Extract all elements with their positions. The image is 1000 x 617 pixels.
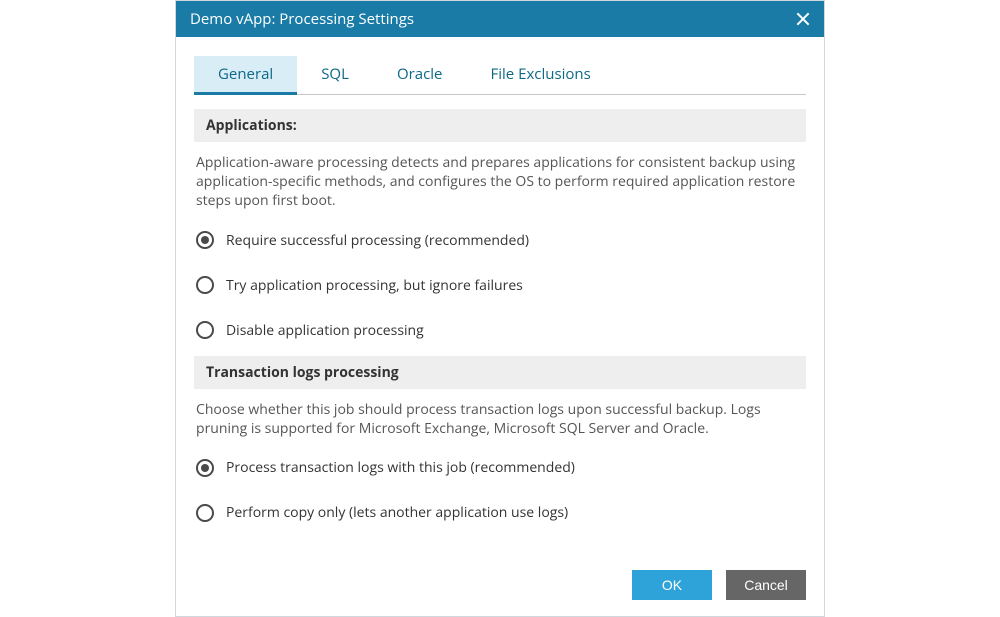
txlogs-section-description: Choose whether this job should process t… (194, 389, 806, 449)
radio-label: Disable application processing (226, 321, 424, 340)
radio-icon (196, 504, 214, 522)
applications-section-header: Applications: (194, 109, 806, 142)
radio-icon (196, 276, 214, 294)
radio-label: Perform copy only (lets another applicat… (226, 503, 568, 522)
txlogs-section-header: Transaction logs processing (194, 356, 806, 389)
dialog-footer: OK Cancel (176, 556, 824, 616)
close-icon[interactable] (796, 12, 810, 26)
radio-label: Try application processing, but ignore f… (226, 276, 523, 295)
processing-settings-dialog: Demo vApp: Processing Settings General S… (175, 0, 825, 617)
radio-icon (196, 321, 214, 339)
cancel-button[interactable]: Cancel (726, 570, 806, 600)
radio-copy-only[interactable]: Perform copy only (lets another applicat… (194, 493, 806, 532)
applications-section-description: Application-aware processing detects and… (194, 142, 806, 221)
dialog-content: Applications: Application-aware processi… (176, 95, 824, 556)
titlebar: Demo vApp: Processing Settings (176, 1, 824, 37)
tab-label: General (218, 64, 273, 84)
tab-label: File Exclusions (490, 64, 590, 84)
radio-process-txlogs[interactable]: Process transaction logs with this job (… (194, 448, 806, 487)
tab-sql[interactable]: SQL (297, 56, 373, 95)
tabs: General SQL Oracle File Exclusions (194, 55, 806, 95)
ok-button[interactable]: OK (632, 570, 712, 600)
radio-label: Require successful processing (recommend… (226, 231, 529, 250)
tab-label: Oracle (397, 64, 443, 84)
dialog-title: Demo vApp: Processing Settings (190, 9, 414, 29)
radio-try-ignore-failures[interactable]: Try application processing, but ignore f… (194, 266, 806, 305)
tab-file-exclusions[interactable]: File Exclusions (466, 56, 614, 95)
tab-general[interactable]: General (194, 56, 297, 95)
radio-icon (196, 459, 214, 477)
radio-disable-processing[interactable]: Disable application processing (194, 311, 806, 350)
radio-require-successful[interactable]: Require successful processing (recommend… (194, 221, 806, 260)
radio-icon (196, 231, 214, 249)
tab-label: SQL (321, 64, 349, 84)
radio-label: Process transaction logs with this job (… (226, 458, 575, 477)
tab-oracle[interactable]: Oracle (373, 56, 467, 95)
